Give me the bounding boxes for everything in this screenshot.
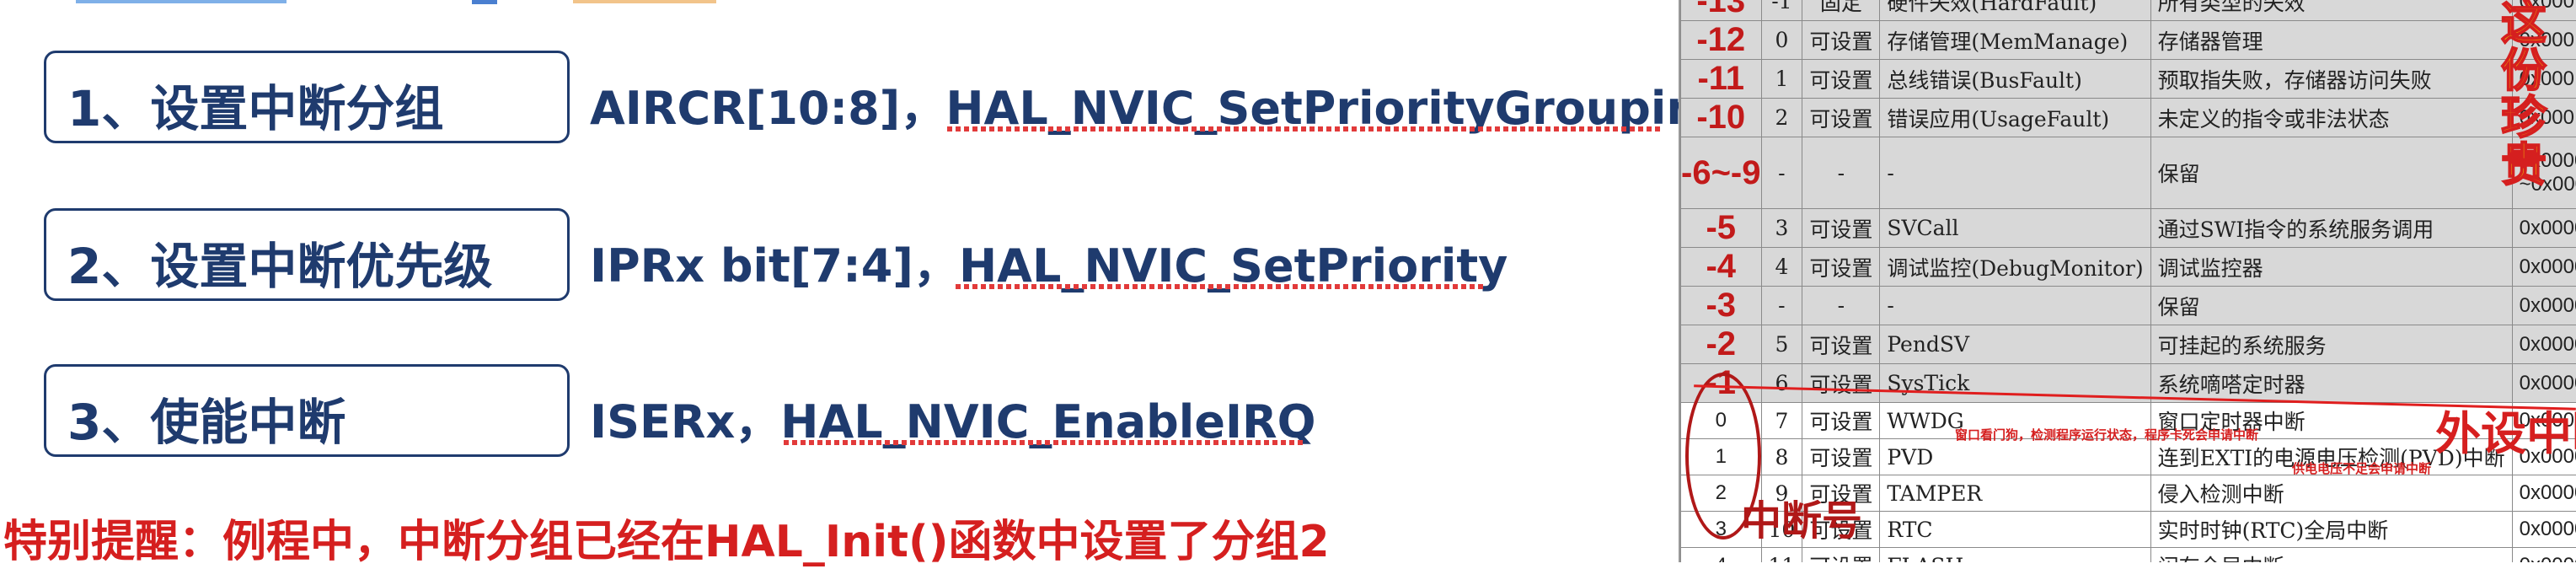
step-1: 1、设置中断分组 AIRCR[10:8]，HAL_NVIC_SetPriorit… [0,51,1677,143]
top-strip-blue-mark [472,0,497,4]
priority-cell: 1 [1761,60,1802,99]
address-cell: 0x0000_ [2512,287,2576,325]
exception-number-cell: -12 [1681,21,1762,60]
description-cell: 通过SWI指令的系统服务调用 [2150,209,2512,248]
priority-type-cell: - [1802,287,1880,325]
special-reminder: 特别提醒：例程中，中断分组已经在HAL_Init()函数中设置了分组2 [3,506,1330,569]
exception-number-cell: -5 [1681,209,1762,248]
name-cell: 错误应用(UsageFault) [1880,99,2150,137]
table-row: -53可设置SVCall通过SWI指令的系统服务调用0x0000_ [1681,209,2576,248]
exception-number-cell: -13 [1681,0,1762,21]
description-cell: 调试监控器 [2150,248,2512,287]
external-interrupt-label: 外设中断 [2435,396,2576,463]
name-cell: - [1880,137,2150,209]
table-row: -13-1固定硬件失效(HardFault)所有类型的失效0x000 [1681,0,2576,21]
step-2: 2、设置中断优先级 IPRx bit[7:4]，HAL_NVIC_SetPrio… [0,208,1677,301]
table-row: -102可设置错误应用(UsageFault)未定义的指令或非法状态0x000 [1681,99,2576,137]
priority-type-cell: 可设置 [1802,248,1880,287]
spell-underline [956,284,1486,289]
description-cell: 闪存全局中断 [2150,548,2512,563]
address-cell: 0x0000_ [2512,209,2576,248]
address-cell: 0x0000_ [2512,325,2576,364]
description-cell: 可挂起的系统服务 [2150,325,2512,364]
priority-type-cell: - [1802,137,1880,209]
description-cell: 实时时钟(RTC)全局中断 [2150,512,2512,548]
watermark-text: 这份珍贵 [2501,0,2547,189]
priority-cell: 6 [1761,364,1802,403]
table-row: -25可设置PendSV可挂起的系统服务0x0000_ [1681,325,2576,364]
priority-cell: - [1761,287,1802,325]
name-cell: 硬件失效(HardFault) [1880,0,2150,21]
description-cell: 未定义的指令或非法状态 [2150,99,2512,137]
top-strip [0,0,1677,8]
priority-type-cell: 可设置 [1802,548,1880,563]
priority-type-cell: 可设置 [1802,403,1880,439]
exception-number-cell: -6~-9 [1681,137,1762,209]
description-cell: 保留 [2150,137,2512,209]
table-row: 411可设置FLASH闪存全局中断0x0000_ [1681,548,2576,563]
exception-number-cell: 4 [1681,548,1762,563]
description-cell: 存储器管理 [2150,21,2512,60]
step-3: 3、使能中断 ISERx，HAL_NVIC_EnableIRQ [0,364,1677,457]
priority-cell: 11 [1761,548,1802,563]
priority-type-cell: 可设置 [1802,21,1880,60]
priority-cell: 2 [1761,99,1802,137]
priority-type-cell: 可设置 [1802,209,1880,248]
top-strip-blue [76,0,287,3]
spell-underline [784,440,1306,445]
irq-number-label: 中断号 [1741,487,1862,546]
priority-type-cell: 可设置 [1802,364,1880,403]
priority-type-cell: 固定 [1802,0,1880,21]
vector-table-screenshot: -13-1固定硬件失效(HardFault)所有类型的失效0x000-120可设… [1679,0,2576,562]
description-cell: 侵入检测中断 [2150,475,2512,512]
name-cell: PVD [1880,439,2150,475]
address-cell: 0x0000_ [2512,248,2576,287]
exception-number-cell: -3 [1681,287,1762,325]
priority-cell: 4 [1761,248,1802,287]
step-1-label: 1、设置中断分组 [67,69,443,140]
priority-cell: 3 [1761,209,1802,248]
name-cell: SVCall [1880,209,2150,248]
name-cell: TAMPER [1880,475,2150,512]
table-row: -111可设置总线错误(BusFault)预取指失败，存储器访问失败0x000 [1681,60,2576,99]
interrupt-vector-table: -13-1固定硬件失效(HardFault)所有类型的失效0x000-120可设… [1680,0,2576,562]
note-wwdg: 窗口看门狗，检测程序运行状态，程序卡死会申请中断 [1955,426,2258,443]
priority-cell: 8 [1761,439,1802,475]
priority-type-cell: 可设置 [1802,99,1880,137]
spell-underline [947,126,1660,132]
name-cell: RTC [1880,512,2150,548]
table-row: -44可设置调试监控(DebugMonitor)调试监控器0x0000_ [1681,248,2576,287]
priority-cell: 0 [1761,21,1802,60]
address-cell: 0x0000_ [2512,512,2576,548]
priority-cell: - [1761,137,1802,209]
note-pvd: 供电电压不足会申请中断 [2292,459,2431,477]
exception-number-cell: -4 [1681,248,1762,287]
step-3-label: 3、使能中断 [67,383,345,454]
name-cell: 总线错误(BusFault) [1880,60,2150,99]
priority-cell: -1 [1761,0,1802,21]
priority-cell: 7 [1761,403,1802,439]
name-cell: 存储管理(MemManage) [1880,21,2150,60]
top-strip-orange [573,0,716,3]
priority-type-cell: 可设置 [1802,325,1880,364]
name-cell: FLASH [1880,548,2150,563]
name-cell: 调试监控(DebugMonitor) [1880,248,2150,287]
table-row: -6~-9---保留0x0000_ ~0x0000_ [1681,137,2576,209]
priority-type-cell: 可设置 [1802,60,1880,99]
description-cell: 预取指失败，存储器访问失败 [2150,60,2512,99]
address-cell: 0x0000_ [2512,548,2576,563]
table-row: -3---保留0x0000_ [1681,287,2576,325]
priority-cell: 5 [1761,325,1802,364]
exception-number-cell: -10 [1681,99,1762,137]
exception-number-cell: -2 [1681,325,1762,364]
address-cell: 0x0000_ [2512,475,2576,512]
priority-type-cell: 可设置 [1802,439,1880,475]
exception-number-cell: -11 [1681,60,1762,99]
description-cell: 所有类型的失效 [2150,0,2512,21]
description-cell: 保留 [2150,287,2512,325]
name-cell: PendSV [1880,325,2150,364]
name-cell: - [1880,287,2150,325]
table-row: -120可设置存储管理(MemManage)存储器管理0x000 [1681,21,2576,60]
step-2-label: 2、设置中断优先级 [67,227,492,298]
